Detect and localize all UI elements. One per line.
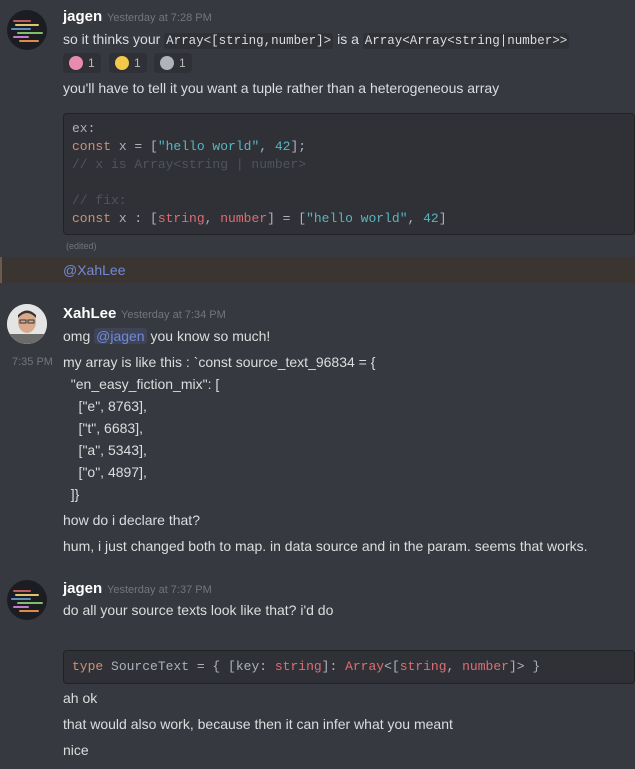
reaction-count: 1 [134, 56, 141, 70]
code-token: const [72, 139, 112, 154]
message-text: hum, i just changed both to map. in data… [63, 538, 588, 554]
highlight-bar [0, 257, 2, 283]
message-text: how do i declare that? [63, 512, 200, 528]
reaction-exploding[interactable]: 1 [109, 53, 147, 73]
code-token: SourceText = { [key: [103, 659, 275, 674]
message-text: do all your source texts look like that?… [63, 602, 334, 618]
code-line: const x = ["hello world", 42]; [72, 138, 306, 156]
message-text: ["t", 6683], [63, 420, 143, 436]
message-text: ]} [63, 486, 80, 502]
code-token: ]> } [508, 659, 541, 674]
message-text: ah ok [63, 690, 98, 706]
code-line: ex: [72, 121, 96, 136]
code-token: ] [438, 211, 447, 226]
code-token: x = [ [111, 139, 158, 154]
message-text: omg @jagen you know so much! [63, 326, 270, 346]
code-token: string [157, 211, 205, 226]
timestamp: Yesterday at 7:37 PM [107, 584, 212, 596]
code-token: <[ [384, 659, 400, 674]
username[interactable]: jagen [63, 580, 102, 598]
message-text: that would also work, because then it ca… [63, 716, 453, 732]
code-token: ]; [290, 139, 307, 154]
code-token: , [407, 211, 424, 226]
avatar[interactable] [7, 304, 47, 344]
message-text: ["o", 4897], [63, 464, 147, 480]
code-token: number [220, 211, 268, 226]
code-line: // x is Array<string | number> [72, 157, 307, 172]
message-text: my array is like this : `const source_te… [63, 354, 376, 370]
username[interactable]: jagen [63, 8, 102, 26]
code-token: 42 [274, 139, 291, 154]
message-text: so it thinks your Array<[string,number]>… [63, 29, 570, 51]
timestamp: Yesterday at 7:28 PM [107, 12, 212, 24]
timestamp: Yesterday at 7:34 PM [121, 309, 226, 321]
username[interactable]: XahLee [63, 305, 116, 323]
text-segment: you know so much! [146, 328, 271, 344]
hover-timestamp: 7:35 PM [12, 356, 53, 368]
reaction-helmet[interactable]: 1 [154, 53, 192, 73]
mention-line: @XahLee [63, 260, 125, 280]
inline-code: Array<Array<string|number>> [362, 33, 570, 49]
code-token: , [446, 659, 463, 674]
helmet-emoji-icon [160, 56, 174, 70]
mention[interactable]: @jagen [94, 328, 147, 344]
brain-emoji-icon [69, 56, 83, 70]
code-token: "hello world" [157, 139, 260, 154]
text-segment: is a [333, 31, 363, 47]
code-token: type [72, 659, 104, 674]
code-token: ] = [ [267, 211, 307, 226]
code-token: 42 [423, 211, 439, 226]
code-token: const [72, 211, 112, 226]
code-token: , [204, 211, 221, 226]
code-block: type SourceText = { [key: string]: Array… [63, 650, 635, 684]
avatar[interactable] [7, 10, 47, 50]
reaction-count: 1 [179, 56, 186, 70]
person-photo-icon [7, 304, 47, 344]
text-segment: omg [63, 328, 95, 344]
reaction-brain[interactable]: 1 [63, 53, 101, 73]
message-text: ["a", 5343], [63, 442, 147, 458]
code-token: string [274, 659, 322, 674]
reaction-count: 1 [88, 56, 95, 70]
code-token: ]: [321, 659, 346, 674]
text-segment: so it thinks your [63, 31, 165, 47]
mention[interactable]: @XahLee [63, 262, 125, 278]
exploding-emoji-icon [115, 56, 129, 70]
code-line: // fix: [72, 193, 127, 208]
message-text: you'll have to tell it you want a tuple … [63, 80, 500, 96]
avatar[interactable] [7, 580, 47, 620]
code-token: , [259, 139, 275, 154]
code-token: number [462, 659, 509, 674]
message-text: "en_easy_fiction_mix": [ [63, 376, 220, 392]
code-block: ex: const x = ["hello world", 42]; // x … [63, 113, 635, 235]
inline-code: Array<[string,number]> [164, 33, 334, 49]
code-token: string [399, 659, 447, 674]
code-token: x : [ [111, 211, 158, 226]
code-token: "hello world" [306, 211, 408, 226]
code-line: type SourceText = { [key: string]: Array… [72, 658, 540, 676]
message-text: ["e", 8763], [63, 398, 147, 414]
edited-label: (edited) [66, 241, 97, 251]
message-text: nice [63, 742, 89, 758]
code-line: const x : [string, number] = ["hello wor… [72, 210, 447, 228]
code-token: Array [345, 659, 385, 674]
